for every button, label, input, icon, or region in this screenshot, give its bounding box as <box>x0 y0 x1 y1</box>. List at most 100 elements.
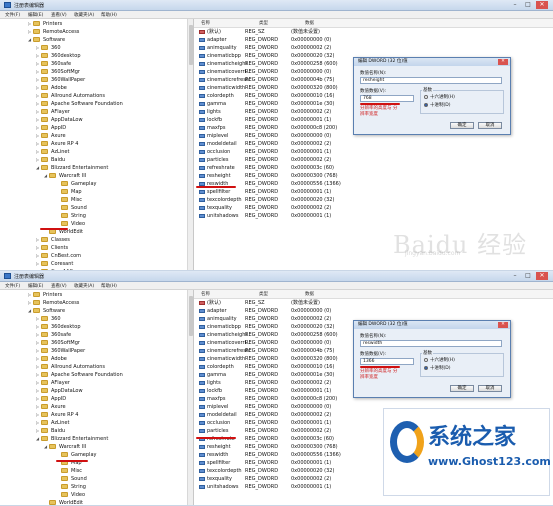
tree-node[interactable]: ▷ Printers <box>28 291 62 299</box>
ok-button[interactable]: 确定 <box>450 122 474 129</box>
value-row[interactable]: texquality REG_DWORD 0x00000002 (2) <box>194 204 354 212</box>
value-row[interactable]: occlusion REG_DWORD 0x00000001 (1) <box>194 419 354 427</box>
tree-node[interactable]: ▷ Axure <box>36 403 66 411</box>
tree-node[interactable]: ▷ AppDataLow <box>36 387 83 395</box>
menu-help[interactable]: 帮助(H) <box>101 283 117 289</box>
value-row[interactable]: reswidth REG_DWORD 0x00000556 (1366) <box>194 451 354 459</box>
tree-node[interactable]: ▷ Adobe <box>36 84 67 92</box>
tree-node[interactable]: Map <box>56 188 82 196</box>
value-row[interactable]: animquality REG_DWORD 0x00000002 (2) <box>194 315 354 323</box>
tree-node[interactable]: ◢ Blizzard Entertainment <box>36 164 108 172</box>
menu-favorites[interactable]: 收藏夹(A) <box>74 283 94 289</box>
tree-node[interactable]: WorldEdit <box>44 499 83 505</box>
value-row[interactable]: resheight REG_DWORD 0x00000300 (768) <box>194 443 354 451</box>
tree-node[interactable]: ▷ Axure <box>36 132 66 140</box>
menu-help[interactable]: 帮助(H) <box>101 12 117 18</box>
tree-node[interactable]: ▷ Printers <box>28 20 62 28</box>
tree-node[interactable]: ▷ 360desktop <box>36 323 81 331</box>
tree-node[interactable]: ▷ Allround Automations <box>36 363 105 371</box>
value-row[interactable]: cinematicoverri... REG_DWORD 0x00000000 (0… <box>194 339 354 347</box>
column-header-type[interactable]: 类型 <box>259 291 268 297</box>
tree-node[interactable]: ▷ CnBest.com <box>36 252 81 260</box>
tree-node[interactable]: ◢ Warcraft III <box>44 443 86 451</box>
menu-view[interactable]: 查看(V) <box>51 12 67 18</box>
value-row[interactable]: lights REG_DWORD 0x00000002 (2) <box>194 379 354 387</box>
value-row[interactable]: cinematicbpp REG_DWORD 0x00000020 (32) <box>194 323 354 331</box>
value-row[interactable]: (默认) REG_SZ (数值未设置) <box>194 299 354 307</box>
column-header-name[interactable]: 名称 <box>201 291 210 297</box>
menu-file[interactable]: 文件(F) <box>5 283 20 289</box>
tree-node[interactable]: ▷ 360SoftMgr <box>36 68 80 76</box>
value-row[interactable]: particles REG_DWORD 0x00000002 (2) <box>194 156 354 164</box>
value-row[interactable]: spellfilter REG_DWORD 0x00000001 (1) <box>194 459 354 467</box>
tree-node[interactable]: Misc <box>56 196 82 204</box>
value-row[interactable]: maxfps REG_DWORD 0x000000c8 (200) <box>194 395 354 403</box>
hex-radio[interactable]: 十六进制(H) <box>424 357 455 363</box>
column-header-name[interactable]: 名称 <box>201 20 210 26</box>
value-name-field[interactable]: reswidth <box>360 340 502 347</box>
tree-node[interactable]: ▷ AzLinet <box>36 148 69 156</box>
cancel-button[interactable]: 取消 <box>478 385 502 392</box>
value-row[interactable]: adapter REG_DWORD 0x00000000 (0) <box>194 36 354 44</box>
close-button[interactable]: ✕ <box>536 1 548 9</box>
tree-node[interactable]: ▷ Apache Software Foundation <box>36 100 123 108</box>
tree-node[interactable]: Gameplay <box>56 451 96 459</box>
tree-node[interactable]: ▷ AFlayer <box>36 379 70 387</box>
minimize-button[interactable]: – <box>509 272 521 280</box>
value-row[interactable]: adapter REG_DWORD 0x00000000 (0) <box>194 307 354 315</box>
value-row[interactable]: cinematicheight REG_DWORD 0x00000258 (600) <box>194 331 354 339</box>
tree-node[interactable]: Video <box>56 491 85 499</box>
tree-node[interactable]: ▷ 360 <box>36 44 61 52</box>
tree-node[interactable]: ▷ 360SoftMgr <box>36 339 80 347</box>
dec-radio[interactable]: 十进制(D) <box>424 102 450 108</box>
menu-edit[interactable]: 编辑(E) <box>28 283 43 289</box>
value-row[interactable]: texquality REG_DWORD 0x00000002 (2) <box>194 475 354 483</box>
maximize-button[interactable]: □ <box>522 1 534 9</box>
tree-node[interactable]: ▷ Adobe <box>36 355 67 363</box>
tree-scrollbar[interactable] <box>187 19 193 270</box>
value-row[interactable]: particles REG_DWORD 0x00000002 (2) <box>194 427 354 435</box>
tree-node[interactable]: ▷ AppDataLow <box>36 116 83 124</box>
hex-radio[interactable]: 十六进制(H) <box>424 94 455 100</box>
value-row[interactable]: cinematicwidth REG_DWORD 0x00000320 (800) <box>194 355 354 363</box>
tree-node[interactable]: ◢ Blizzard Entertainment <box>36 435 108 443</box>
value-row[interactable]: cinematicrefresh REG_DWORD 0x0000004b (75) <box>194 347 354 355</box>
tree-node[interactable]: ▷ Axure RP 4 <box>36 411 78 419</box>
value-data-field[interactable]: 1366 <box>360 358 414 365</box>
tree-node[interactable]: ▷ 360safe <box>36 331 71 339</box>
value-row[interactable]: unitshadows REG_DWORD 0x00000001 (1) <box>194 483 354 491</box>
tree-node[interactable]: ▷ 360WallPaper <box>36 347 85 355</box>
tree-node[interactable]: ▷ Clients <box>36 244 68 252</box>
value-row[interactable]: modeldetail REG_DWORD 0x00000002 (2) <box>194 411 354 419</box>
tree-node[interactable]: ▷ AFlayer <box>36 108 70 116</box>
value-row[interactable]: resheight REG_DWORD 0x00000300 (768) <box>194 172 354 180</box>
column-header-type[interactable]: 类型 <box>259 20 268 26</box>
tree-node[interactable]: ▷ 360WallPaper <box>36 76 85 84</box>
tree-node[interactable]: ◢ Warcraft III <box>44 172 86 180</box>
value-row[interactable]: maxfps REG_DWORD 0x000000c8 (200) <box>194 124 354 132</box>
value-data-field[interactable]: 768 <box>360 95 414 102</box>
tree-node[interactable]: ▷ AppID <box>36 395 66 403</box>
tree-node[interactable]: ▷ RemoteAccess <box>28 28 79 36</box>
menu-file[interactable]: 文件(F) <box>5 12 20 18</box>
tree-node[interactable]: Sound <box>56 204 87 212</box>
value-row[interactable]: gamma REG_DWORD 0x0000001e (30) <box>194 100 354 108</box>
tree-node[interactable]: ▷ 360safe <box>36 60 71 68</box>
value-row[interactable]: unitshadows REG_DWORD 0x00000001 (1) <box>194 212 354 220</box>
tree-node[interactable]: ▷ Baidu <box>36 156 65 164</box>
minimize-button[interactable]: – <box>509 1 521 9</box>
tree-node[interactable]: ▷ Allround Automations <box>36 92 105 100</box>
value-row[interactable]: spellfilter REG_DWORD 0x00000001 (1) <box>194 188 354 196</box>
tree-scrollbar[interactable] <box>187 290 193 505</box>
value-row[interactable]: lights REG_DWORD 0x00000002 (2) <box>194 108 354 116</box>
cancel-button[interactable]: 取消 <box>478 122 502 129</box>
value-row[interactable]: occlusion REG_DWORD 0x00000001 (1) <box>194 148 354 156</box>
tree-node[interactable]: Gameplay <box>56 180 96 188</box>
close-button[interactable]: ✕ <box>536 272 548 280</box>
tree-node[interactable]: ◢ Software <box>28 36 65 44</box>
tree-node[interactable]: ▷ RemoteAccess <box>28 299 79 307</box>
tree-node[interactable]: ▷ Baidu <box>36 427 65 435</box>
tree-node[interactable]: ◢ Software <box>28 307 65 315</box>
tree-node[interactable]: ▷ Coresant <box>36 260 73 268</box>
value-row[interactable]: refreshrate REG_DWORD 0x0000003c (60) <box>194 164 354 172</box>
